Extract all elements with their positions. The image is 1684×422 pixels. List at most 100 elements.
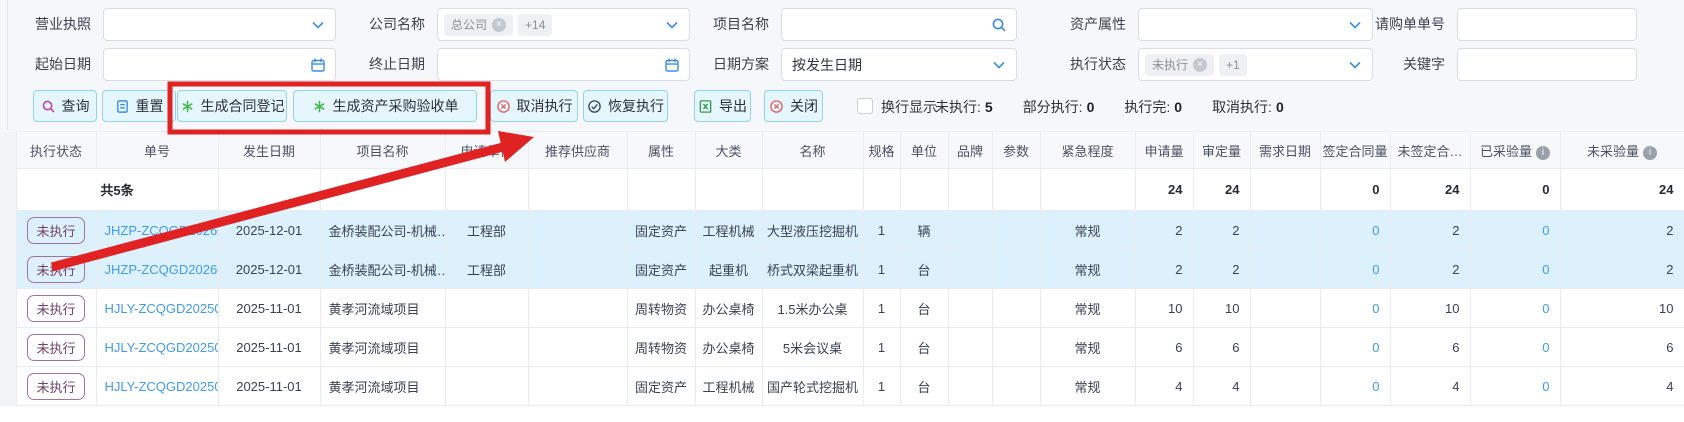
cell-category: 起重机 (695, 250, 762, 289)
cell-link-inspectedQty[interactable]: 0 (1542, 301, 1549, 316)
asset-attribute-select[interactable] (1138, 8, 1373, 41)
cancel-icon (496, 99, 511, 114)
wrap-display-label[interactable]: 换行显示 (881, 97, 937, 117)
cell-link-orderNo[interactable]: JHZP-ZCQGD202600 (105, 262, 219, 277)
cell-attribute: 固定资产 (627, 211, 695, 250)
wrap-display-checkbox[interactable] (857, 98, 873, 114)
search-icon[interactable] (991, 17, 1007, 33)
requisition-no-input[interactable] (1457, 8, 1637, 41)
summary-attribute (627, 169, 695, 211)
end-date-label: 终止日期 (352, 48, 437, 81)
status-badge: 未执行 (27, 217, 84, 244)
cell-params (992, 328, 1040, 367)
info-icon[interactable]: i (1643, 146, 1657, 160)
cell-approvedQty: 10 (1193, 289, 1250, 328)
generate-icon (312, 99, 327, 114)
start-date-input[interactable] (103, 48, 336, 81)
cell-unsignedQty: 6 (1390, 328, 1470, 367)
cell-link-orderNo[interactable]: HJLY-ZCQGD2025000 (105, 379, 219, 394)
cell-date: 2025-12-01 (218, 211, 320, 250)
cell-category: 工程机械 (695, 367, 762, 406)
cell-approvedQty: 4 (1193, 367, 1250, 406)
tag-close-icon[interactable]: × (1193, 58, 1207, 72)
business-license-select[interactable] (103, 8, 336, 41)
cell-link-signedQty[interactable]: 0 (1372, 301, 1379, 316)
cell-applyUnit: 工程部 (445, 211, 528, 250)
table-row[interactable]: 未执行JHZP-ZCQGD2026002025-12-01金桥装配公司-机械…工… (0, 211, 1684, 250)
filter-exec-status: 执行状态 未执行× +1 (1050, 48, 1373, 81)
table-row[interactable]: 未执行JHZP-ZCQGD2026002025-12-01金桥装配公司-机械…工… (0, 250, 1684, 289)
cell-link-inspectedQty[interactable]: 0 (1542, 262, 1549, 277)
column-header-category: 大类 (695, 132, 762, 169)
exec-status-tag: 未执行× (1145, 54, 1214, 76)
export-button[interactable]: 导出 (694, 90, 751, 122)
requisition-no-label: 请购单单号 (1342, 8, 1457, 41)
exec-status-multiselect[interactable]: 未执行× +1 (1138, 48, 1373, 81)
generate-contract-button[interactable]: 生成合同登记 (177, 90, 287, 122)
end-date-input[interactable] (437, 48, 690, 81)
cell-brand (948, 328, 992, 367)
summary-spec (863, 169, 900, 211)
status-badge: 未执行 (27, 295, 84, 322)
cell-demandDate (1250, 211, 1320, 250)
column-header-brand: 品牌 (948, 132, 992, 169)
cell-params (992, 289, 1040, 328)
cell-unit: 台 (900, 250, 948, 289)
cell-unsignedQty: 4 (1390, 367, 1470, 406)
close-button-label: 关闭 (790, 96, 818, 116)
column-header-demandDate: 需求日期 (1250, 132, 1320, 169)
summary-applyUnit (445, 169, 528, 211)
resume-icon (587, 99, 602, 114)
cell-attribute: 周转物资 (627, 289, 695, 328)
cell-name: 桥式双梁起重机 (762, 250, 863, 289)
cell-link-signedQty[interactable]: 0 (1372, 262, 1379, 277)
cell-link-orderNo[interactable]: HJLY-ZCQGD2025000 (105, 340, 219, 355)
cell-spec: 1 (863, 367, 900, 406)
cell-status: 未执行 (16, 289, 96, 328)
cell-inspectedQty: 0 (1470, 250, 1560, 289)
cell-inspectedQty: 0 (1470, 367, 1560, 406)
project-name-search-input[interactable] (781, 8, 1017, 41)
date-scheme-select[interactable]: 按发生日期 (781, 48, 1017, 81)
company-name-multiselect[interactable]: 总公司× +14 (437, 8, 690, 41)
cell-link-inspectedQty[interactable]: 0 (1542, 379, 1549, 394)
company-more-tag: +14 (518, 14, 552, 36)
column-header-appliedQty: 申请量 (1135, 132, 1193, 169)
reset-button[interactable]: 重置 (102, 90, 176, 122)
cell-link-orderNo[interactable]: HJLY-ZCQGD2025000 (105, 301, 219, 316)
cell-link-signedQty[interactable]: 0 (1372, 379, 1379, 394)
cell-params (992, 367, 1040, 406)
info-icon[interactable]: i (1536, 146, 1550, 160)
column-header-uninspectedQty: 未采验量i (1560, 132, 1684, 169)
cell-appliedQty: 2 (1135, 250, 1193, 289)
calendar-icon[interactable] (664, 57, 680, 73)
resume-execution-button[interactable]: 恢复执行 (583, 90, 668, 122)
summary-unsignedQty: 24 (1390, 169, 1470, 211)
project-name-label: 项目名称 (694, 8, 781, 41)
cell-urgency: 常规 (1040, 250, 1135, 289)
cell-supplier (528, 211, 627, 250)
query-button[interactable]: 查询 (33, 90, 97, 122)
cancel-execution-button[interactable]: 取消执行 (490, 90, 578, 122)
close-button[interactable]: 关闭 (764, 90, 823, 122)
cell-link-signedQty[interactable]: 0 (1372, 340, 1379, 355)
cell-link-inspectedQty[interactable]: 0 (1542, 340, 1549, 355)
cell-link-inspectedQty[interactable]: 0 (1542, 223, 1549, 238)
cell-urgency: 常规 (1040, 211, 1135, 250)
close-icon (769, 99, 784, 114)
cell-orderNo: JHZP-ZCQGD202600 (96, 211, 218, 250)
cell-link-signedQty[interactable]: 0 (1372, 223, 1379, 238)
calendar-icon[interactable] (310, 57, 326, 73)
table-row[interactable]: 未执行HJLY-ZCQGD20250002025-11-01黄孝河流域项目周转物… (0, 328, 1684, 367)
summary-appliedQty: 24 (1135, 169, 1193, 211)
cell-appliedQty: 6 (1135, 328, 1193, 367)
table-row[interactable]: 未执行HJLY-ZCQGD20250002025-11-01黄孝河流域项目固定资… (0, 367, 1684, 406)
cell-link-orderNo[interactable]: JHZP-ZCQGD202600 (105, 223, 219, 238)
table-row[interactable]: 未执行HJLY-ZCQGD20250002025-11-01黄孝河流域项目周转物… (0, 289, 1684, 328)
generate-acceptance-button[interactable]: 生成资产采购验收单 (293, 90, 477, 122)
cell-inspectedQty: 0 (1470, 289, 1560, 328)
cell-name: 1.5米办公桌 (762, 289, 863, 328)
keyword-input[interactable] (1457, 48, 1637, 81)
summary-count: 共5条 (16, 169, 218, 211)
tag-close-icon[interactable]: × (492, 18, 506, 32)
